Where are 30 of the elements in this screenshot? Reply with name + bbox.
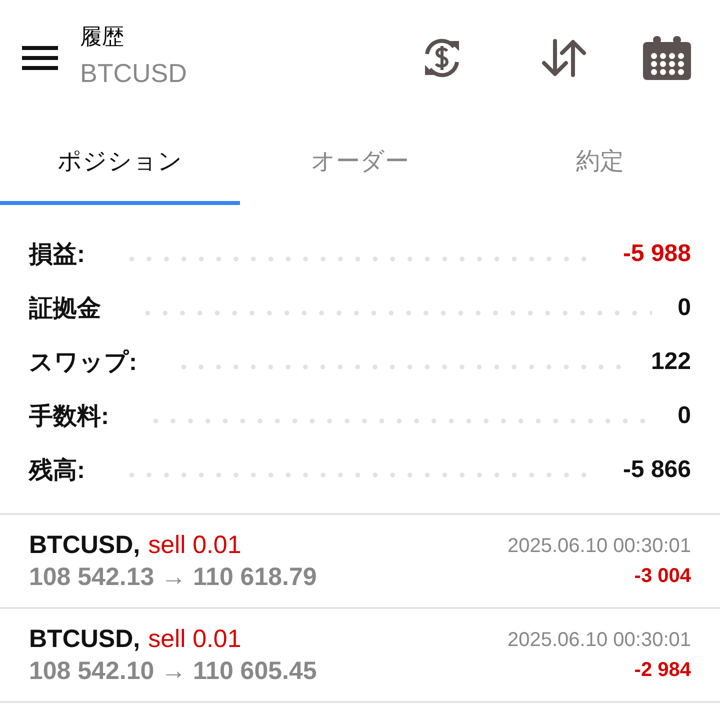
- symbol-subtitle: BTCUSD: [80, 56, 188, 90]
- menu-icon[interactable]: [22, 46, 58, 70]
- summary-label: 証拠金: [29, 294, 101, 324]
- deal-time: 2025.06.10 00:30:01: [507, 628, 691, 653]
- deal-item[interactable]: BTCUSD, sell 0.01 108 542.10 → 110 605.45 2025.06.10 00:30:01 -2 984: [0, 609, 720, 703]
- tab[interactable]: オーダー: [240, 115, 480, 205]
- deal-prices: 108 542.10 → 110 605.45: [29, 656, 317, 687]
- deal-order: sell 0.01: [148, 624, 242, 655]
- deal-item[interactable]: BTCUSD, sell 0.01 108 542.13 → 110 618.79 2025.06.10 00:30:01 -3 004: [0, 515, 720, 609]
- deal-profit: -3 004: [634, 564, 691, 589]
- screen-title: 履歴: [80, 22, 125, 50]
- deal-symbol: BTCUSD,: [29, 530, 140, 561]
- deal-symbol: BTCUSD,: [29, 624, 140, 655]
- calendar-icon[interactable]: [643, 36, 691, 80]
- deal-time: 2025.06.10 00:30:01: [507, 534, 691, 559]
- summary-value: -5 866: [622, 456, 691, 484]
- summary-label: 手数料:: [29, 402, 109, 432]
- summary-label: 残高:: [29, 456, 85, 486]
- sort-arrows-icon[interactable]: [541, 38, 587, 76]
- summary-value: 122: [650, 348, 691, 376]
- summary-value: 0: [678, 294, 691, 322]
- deal-profit: -2 984: [634, 658, 691, 683]
- deal-prices: 108 542.13 → 110 618.79: [29, 562, 317, 593]
- tab[interactable]: 約定: [480, 115, 720, 205]
- summary-value: -5 988: [622, 240, 691, 268]
- summary-value: 0: [678, 402, 691, 430]
- tab[interactable]: ポジション: [0, 115, 240, 205]
- deal-order: sell 0.01: [148, 530, 242, 561]
- summary-label: 損益:: [29, 240, 85, 270]
- summary-label: スワップ:: [29, 348, 137, 378]
